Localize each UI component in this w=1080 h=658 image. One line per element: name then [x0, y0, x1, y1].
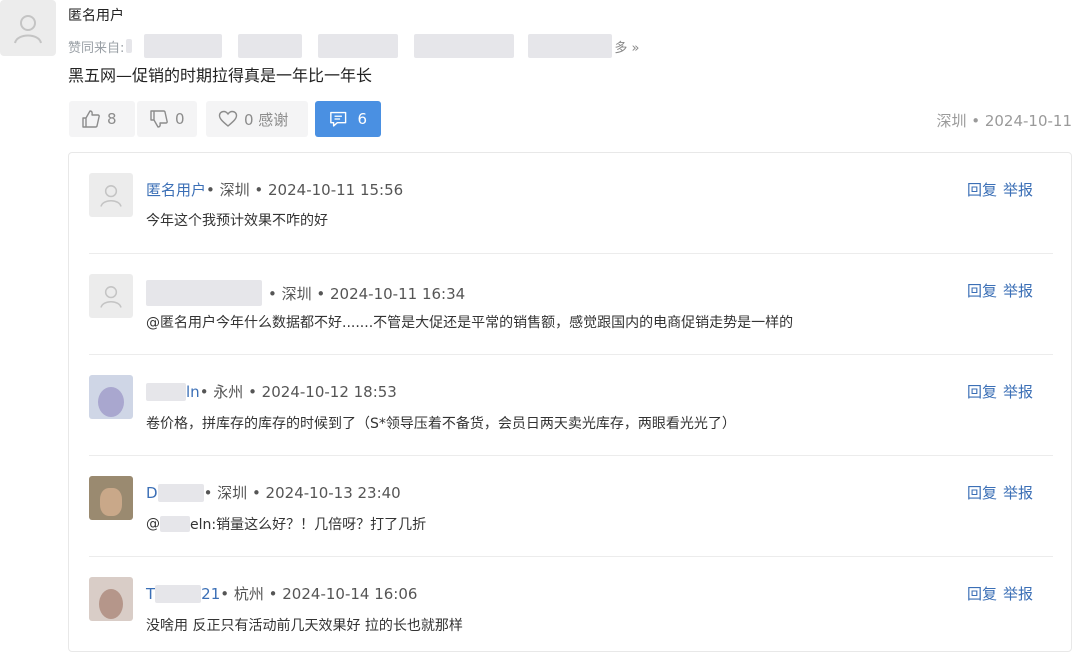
- comment-author[interactable]: 匿名用户: [146, 179, 206, 200]
- user-icon: [14, 15, 42, 44]
- redacted-name[interactable]: [146, 382, 186, 401]
- redacted-name: [126, 39, 133, 53]
- comment-header: ln • 永州 • 2024-10-12 18:53: [146, 381, 397, 402]
- comment-actions: 回复 举报: [967, 280, 1033, 301]
- report-link[interactable]: 举报: [1003, 482, 1033, 503]
- thumbs-up-icon: [82, 110, 100, 128]
- redacted-name[interactable]: [146, 280, 262, 306]
- thanks-label: 0 感谢: [244, 110, 289, 129]
- comments-panel: 匿名用户 • 深圳 • 2024-10-11 15:56 今年这个我预计效果不咋…: [68, 152, 1072, 652]
- comment-item: • 深圳 • 2024-10-11 16:34 @匿名用户今年什么数据都不好..…: [89, 254, 1053, 355]
- comment-header: • 深圳 • 2024-10-11 16:34: [146, 280, 465, 306]
- comment-author[interactable]: T: [146, 585, 155, 603]
- comment-author-tail[interactable]: 21: [201, 585, 220, 603]
- comment-actions: 回复 举报: [967, 583, 1033, 604]
- avatar-image: [98, 387, 124, 417]
- avatar[interactable]: [89, 375, 133, 419]
- comment-header: 匿名用户 • 深圳 • 2024-10-11 15:56: [146, 179, 403, 200]
- user-icon: [100, 286, 122, 308]
- comment-meta: • 深圳 • 2024-10-11 16:34: [268, 284, 466, 303]
- comment-item: ln • 永州 • 2024-10-12 18:53 卷价格，拼库存的库存的时候…: [89, 355, 1053, 456]
- comment-text: @匿名用户今年什么数据都不好.......不管是大促还是平常的销售额，感觉跟国内…: [146, 315, 794, 331]
- redacted-name[interactable]: [155, 584, 202, 603]
- comment-item: 匿名用户 • 深圳 • 2024-10-11 15:56 今年这个我预计效果不咋…: [89, 153, 1053, 254]
- comment-body: eln:销量这么好？！几倍呀？打了几折: [190, 517, 427, 533]
- redacted-name: [144, 34, 223, 58]
- redacted-name[interactable]: [157, 483, 204, 502]
- report-link[interactable]: 举报: [1003, 179, 1033, 200]
- avatar[interactable]: [89, 173, 133, 217]
- comment-author[interactable]: D: [146, 484, 158, 502]
- redacted-name: [238, 34, 303, 58]
- report-link[interactable]: 举报: [1003, 381, 1033, 402]
- thumbs-down-icon: [150, 110, 168, 128]
- endorse-row: 赞同来自: 多 »: [68, 34, 639, 58]
- redacted-name: [160, 516, 190, 532]
- reply-count: 6: [357, 110, 367, 128]
- avatar[interactable]: [0, 0, 56, 56]
- comment-meta: • 深圳 • 2024-10-13 23:40: [203, 484, 401, 502]
- avatar[interactable]: [89, 274, 133, 318]
- redacted-name: [318, 34, 399, 58]
- reply-link[interactable]: 回复: [967, 280, 997, 301]
- comment-meta: • 永州 • 2024-10-12 18:53: [199, 383, 397, 401]
- comments-toggle-button[interactable]: 6: [315, 101, 381, 137]
- reply-link[interactable]: 回复: [967, 583, 997, 604]
- thanks-button[interactable]: 0 感谢: [206, 101, 308, 137]
- upvote-count: 8: [107, 110, 117, 128]
- reply-link[interactable]: 回复: [967, 482, 997, 503]
- avatar[interactable]: [89, 577, 133, 621]
- comment-header: T 21 • 杭州 • 2024-10-14 16:06: [146, 583, 417, 604]
- post-meta: 深圳 • 2024-10-11: [936, 112, 1072, 130]
- downvote-button[interactable]: 0: [137, 101, 197, 137]
- downvote-count: 0: [175, 110, 185, 128]
- comment-text: 卷价格，拼库存的库存的时候到了（S*领导压着不备货，会员日两天卖光库存，两眼看光…: [146, 416, 736, 432]
- report-link[interactable]: 举报: [1003, 280, 1033, 301]
- comment-icon: [330, 111, 347, 127]
- comment-meta: • 深圳 • 2024-10-11 15:56: [206, 181, 404, 199]
- comment-item: D • 深圳 • 2024-10-13 23:40 @ eln:销量这么好？！几…: [89, 456, 1053, 557]
- comment-actions: 回复 举报: [967, 381, 1033, 402]
- comment-text: @ eln:销量这么好？！几倍呀？打了几折: [146, 514, 426, 534]
- endorse-label: 赞同来自:: [68, 40, 125, 56]
- avatar-image: [99, 589, 123, 619]
- report-link[interactable]: 举报: [1003, 583, 1033, 604]
- post-body: 黑五网—促销的时期拉得真是一年比一年长: [68, 66, 373, 85]
- heart-icon: [218, 110, 238, 127]
- comment-meta: • 杭州 • 2024-10-14 16:06: [220, 585, 418, 603]
- comment-text: 没啥用 反正只有活动前几天效果好 拉的长也就那样: [146, 618, 463, 634]
- comment-text: 今年这个我预计效果不咋的好: [146, 213, 328, 229]
- reply-link[interactable]: 回复: [967, 381, 997, 402]
- comment-actions: 回复 举报: [967, 482, 1033, 503]
- avatar-image: [100, 488, 122, 516]
- redacted-name: [528, 34, 613, 58]
- avatar[interactable]: [89, 476, 133, 520]
- user-icon: [100, 185, 122, 207]
- comment-actions: 回复 举报: [967, 179, 1033, 200]
- reply-link[interactable]: 回复: [967, 179, 997, 200]
- mention-prefix: @: [146, 516, 160, 532]
- comment-header: D • 深圳 • 2024-10-13 23:40: [146, 482, 401, 503]
- redacted-name: [414, 34, 515, 58]
- post-author[interactable]: 匿名用户: [68, 5, 124, 25]
- more-link[interactable]: 多 »: [614, 37, 639, 56]
- comment-author[interactable]: ln: [186, 383, 200, 401]
- upvote-button[interactable]: 8: [69, 101, 135, 137]
